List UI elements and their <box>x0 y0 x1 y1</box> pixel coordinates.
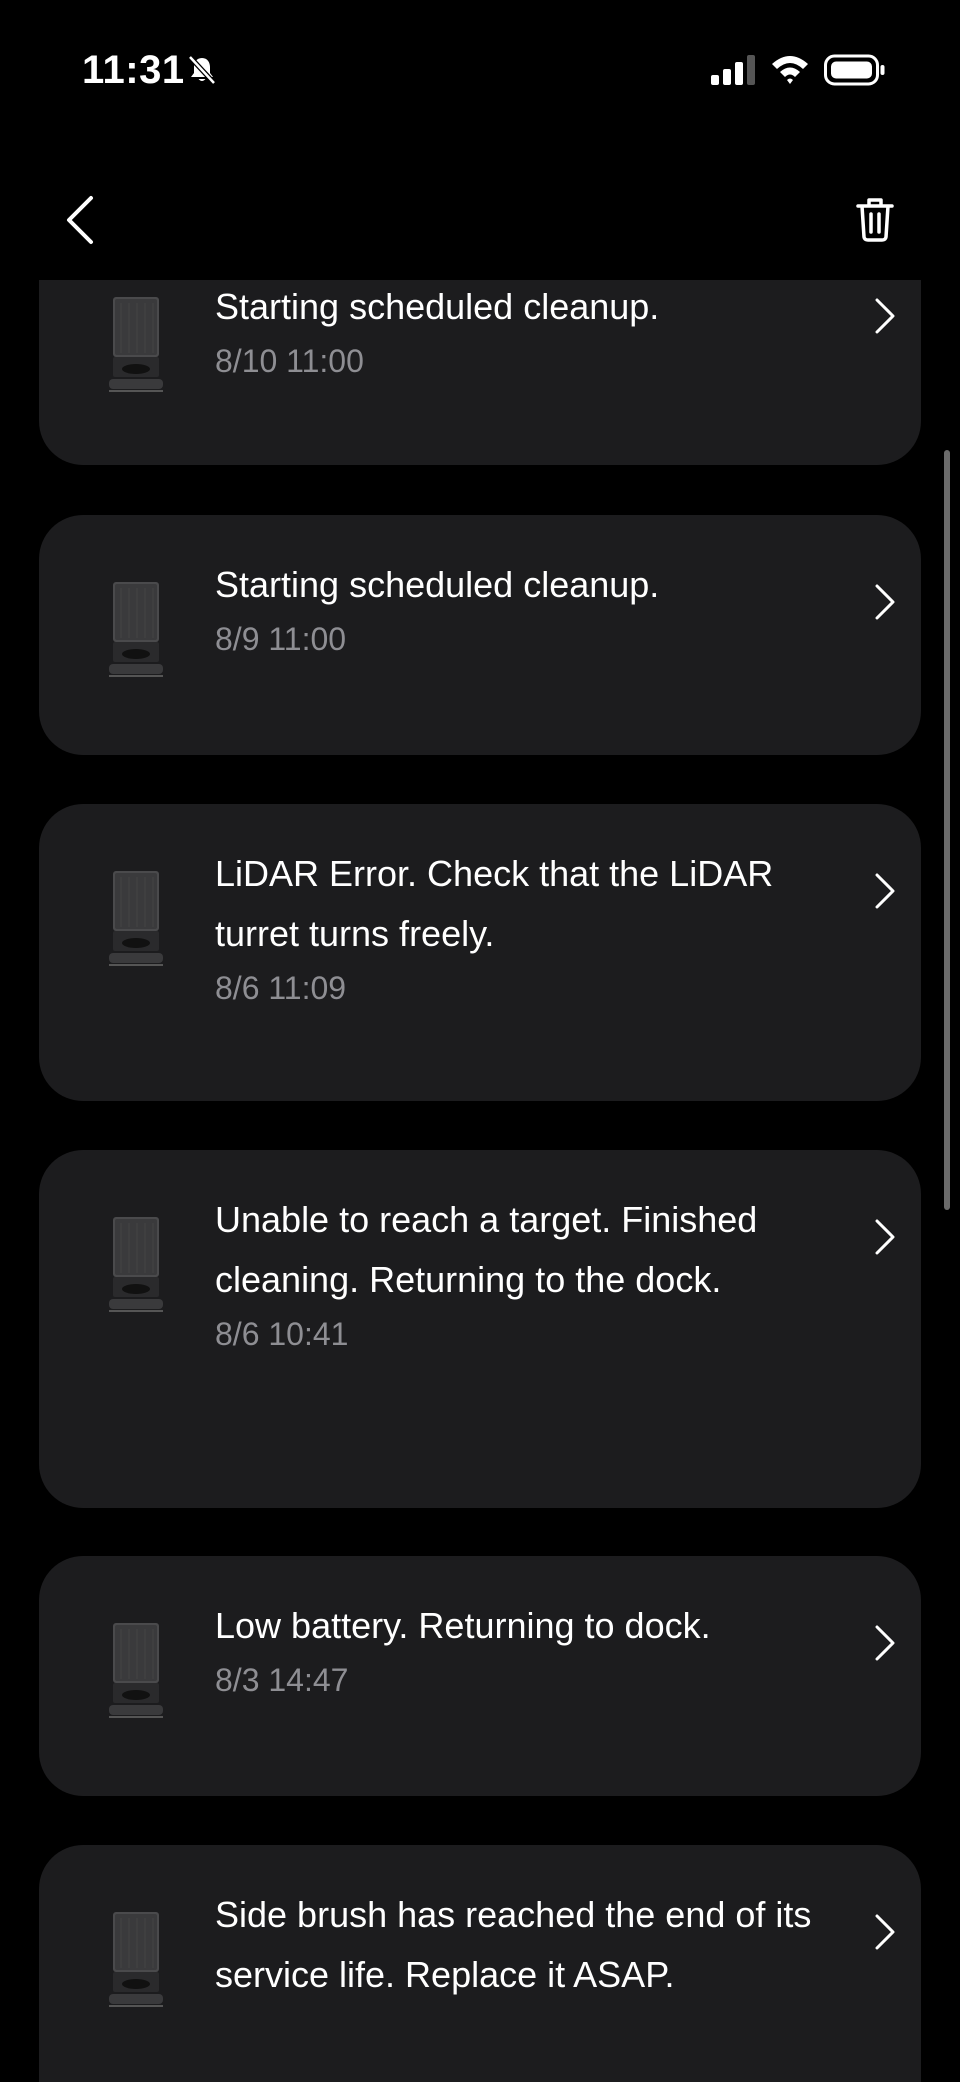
scrollbar[interactable] <box>944 450 950 1210</box>
chevron-right-icon <box>875 1625 895 1661</box>
notification-time: 8/3 14:47 <box>215 1662 349 1698</box>
bell-slash-icon <box>188 55 216 85</box>
trash-icon <box>856 198 894 242</box>
wifi-icon <box>772 56 808 84</box>
delete-all-button[interactable] <box>845 185 905 255</box>
chevron-right-icon <box>875 584 895 620</box>
chevron-right-icon <box>875 1219 895 1255</box>
robot-vacuum-dock-icon <box>109 1912 163 2007</box>
battery-icon <box>824 54 885 86</box>
notification-time: 8/6 11:09 <box>215 970 347 1006</box>
status-bar: 11:31 <box>0 0 960 140</box>
chevron-right-icon <box>875 1914 895 1950</box>
notification-title: Starting scheduled cleanup. <box>215 286 660 327</box>
notification-title: LiDAR Error. Check that the LiDAR turret… <box>215 853 774 954</box>
notification-card[interactable]: Starting scheduled cleanup. 8/9 11:00 <box>39 515 921 755</box>
notification-card[interactable]: Side brush has reached the end of its se… <box>39 1845 921 2082</box>
chevron-right-icon <box>875 873 895 909</box>
notification-time: 8/10 11:00 <box>215 343 364 379</box>
notification-time: 8/9 11:00 <box>215 621 347 657</box>
notification-title: Starting scheduled cleanup. <box>215 564 660 605</box>
notification-card[interactable]: LiDAR Error. Check that the LiDAR turret… <box>39 804 921 1101</box>
notification-card[interactable]: Low battery. Returning to dock. 8/3 14:4… <box>39 1556 921 1796</box>
notification-title: Low battery. Returning to dock. <box>215 1605 711 1646</box>
chevron-right-icon <box>875 298 895 334</box>
back-button[interactable] <box>50 180 110 260</box>
notification-card[interactable]: Unable to reach a target. Finished clean… <box>39 1150 921 1508</box>
notification-title: Unable to reach a target. Finished clean… <box>215 1199 758 1300</box>
robot-vacuum-dock-icon <box>109 297 163 392</box>
chevron-left-icon <box>67 196 93 244</box>
notification-card[interactable]: Starting scheduled cleanup. 8/10 11:00 <box>39 280 921 465</box>
status-time: 11:31 <box>82 48 185 92</box>
notification-list: Starting scheduled cleanup. 8/10 11:00 S… <box>0 280 960 2082</box>
robot-vacuum-dock-icon <box>109 582 163 677</box>
notification-time: 8/6 10:41 <box>215 1316 349 1352</box>
robot-vacuum-dock-icon <box>109 1217 163 1312</box>
robot-vacuum-dock-icon <box>109 1623 163 1718</box>
nav-bar <box>0 170 960 280</box>
notification-title: Side brush has reached the end of its se… <box>215 1894 812 1995</box>
cellular-signal-icon <box>711 55 755 85</box>
robot-vacuum-dock-icon <box>109 871 163 966</box>
